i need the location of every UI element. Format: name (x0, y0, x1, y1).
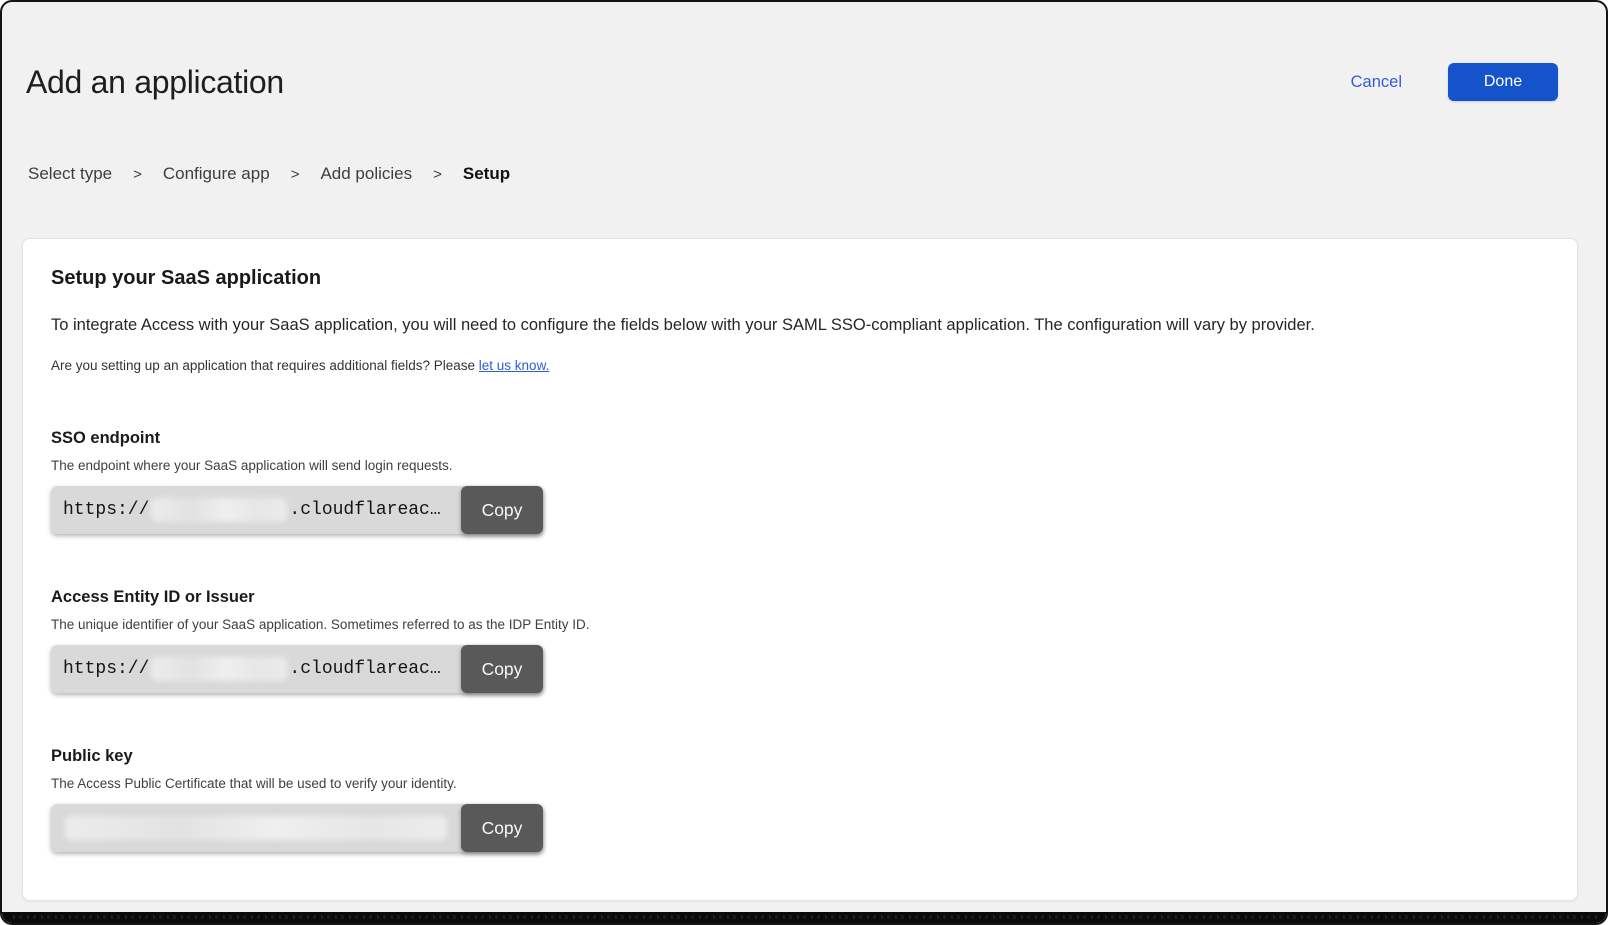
public-key-title: Public key (51, 745, 1549, 767)
sso-endpoint-value[interactable]: https:// .cloudflareac… (51, 486, 465, 534)
breadcrumb-step-add-policies[interactable]: Add policies (320, 164, 412, 184)
card-note: Are you setting up an application that r… (51, 357, 1549, 375)
entity-id-copy-button[interactable]: Copy (461, 645, 543, 693)
breadcrumb-step-setup: Setup (463, 164, 510, 184)
breadcrumb: Select type > Configure app > Add polici… (28, 164, 1606, 184)
public-key-description: The Access Public Certificate that will … (51, 775, 1549, 793)
section-public-key: Public key The Access Public Certificate… (51, 745, 1549, 852)
entity-id-description: The unique identifier of your SaaS appli… (51, 616, 1549, 634)
sso-endpoint-field-group: https:// .cloudflareac… Copy (51, 486, 543, 534)
breadcrumb-separator: > (291, 166, 300, 183)
app-window: Add an application Cancel Done Select ty… (0, 0, 1608, 925)
card-note-text: Are you setting up an application that r… (51, 358, 479, 373)
sso-endpoint-title: SSO endpoint (51, 427, 1549, 449)
header-actions: Cancel Done (1351, 63, 1558, 101)
cancel-button[interactable]: Cancel (1351, 73, 1402, 92)
page-header: Add an application Cancel Done (2, 2, 1606, 104)
card-intro: To integrate Access with your SaaS appli… (51, 313, 1549, 337)
sso-endpoint-description: The endpoint where your SaaS application… (51, 457, 1549, 475)
entity-id-url-prefix: https:// (63, 659, 149, 679)
background-window-edge (2, 912, 1606, 923)
entity-id-redacted-blur (151, 657, 287, 681)
public-key-field-group: Copy (51, 804, 543, 852)
sso-endpoint-url-suffix: .cloudflareac… (289, 500, 440, 520)
let-us-know-link[interactable]: let us know. (479, 358, 550, 373)
breadcrumb-step-select-type[interactable]: Select type (28, 164, 112, 184)
sso-endpoint-url-prefix: https:// (63, 500, 149, 520)
entity-id-url-suffix: .cloudflareac… (289, 659, 440, 679)
breadcrumb-separator: > (133, 166, 142, 183)
card-title: Setup your SaaS application (51, 265, 1549, 291)
public-key-redacted-blur (65, 816, 447, 840)
entity-id-title: Access Entity ID or Issuer (51, 586, 1549, 608)
public-key-value[interactable] (51, 804, 465, 852)
sso-endpoint-redacted-blur (151, 498, 287, 522)
done-button[interactable]: Done (1448, 63, 1558, 101)
entity-id-value[interactable]: https:// .cloudflareac… (51, 645, 465, 693)
public-key-copy-button[interactable]: Copy (461, 804, 543, 852)
section-entity-id: Access Entity ID or Issuer The unique id… (51, 586, 1549, 693)
page-title: Add an application (26, 60, 284, 104)
setup-card: Setup your SaaS application To integrate… (22, 238, 1578, 901)
sso-endpoint-copy-button[interactable]: Copy (461, 486, 543, 534)
breadcrumb-separator: > (433, 166, 442, 183)
breadcrumb-step-configure-app[interactable]: Configure app (163, 164, 270, 184)
section-sso-endpoint: SSO endpoint The endpoint where your Saa… (51, 427, 1549, 534)
entity-id-field-group: https:// .cloudflareac… Copy (51, 645, 543, 693)
